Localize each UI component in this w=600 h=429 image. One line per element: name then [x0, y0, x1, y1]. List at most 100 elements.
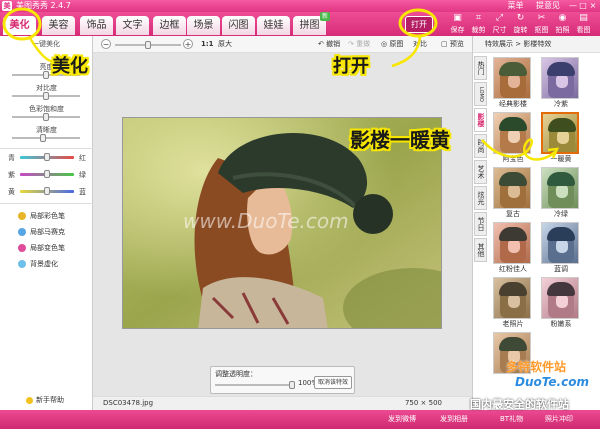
- saturation-knob[interactable]: [43, 113, 49, 121]
- share-weibo-button[interactable]: 发到微博: [388, 413, 416, 426]
- save-button[interactable]: ▣ 保存: [448, 12, 467, 36]
- zoom-slider[interactable]: [115, 41, 181, 49]
- bt-gift-button[interactable]: BT礼物: [500, 413, 523, 426]
- cutout-button[interactable]: ✂ 抠图: [532, 12, 551, 36]
- maximize-icon[interactable]: □: [578, 1, 588, 10]
- tab-lomo[interactable]: LOMO: [474, 82, 487, 106]
- resize-button[interactable]: ⤢ 尺寸: [490, 12, 509, 36]
- effect-thumbnail[interactable]: 老照片: [493, 277, 533, 330]
- tab-hot[interactable]: 热门: [474, 56, 487, 80]
- tab-dolls[interactable]: 娃娃: [257, 16, 290, 35]
- zoom-out-button[interactable]: −: [101, 39, 111, 49]
- tab-accessories[interactable]: 饰品: [80, 16, 113, 35]
- tab-flash[interactable]: 闪图: [222, 16, 255, 35]
- brand-watermark: 多特软件站: [506, 360, 567, 374]
- yellow-blue-knob[interactable]: [44, 187, 50, 195]
- minimize-icon[interactable]: —: [568, 1, 578, 10]
- help-label: 新手帮助: [36, 396, 64, 404]
- contrast-knob[interactable]: [43, 92, 49, 100]
- local-recolor-brush[interactable]: 局部变色笔: [18, 242, 65, 254]
- magenta-label: 紫: [8, 171, 15, 179]
- tab-fashion[interactable]: 时尚: [474, 134, 487, 158]
- tab-beauty[interactable]: 美容: [42, 16, 75, 35]
- divider: [0, 148, 93, 149]
- sharpness-slider[interactable]: [12, 134, 80, 142]
- effects-panel: 特效展示 > 影楼特效 热门 LOMO 影楼 时尚 艺术 炫光 节日 其他 经典…: [472, 36, 600, 410]
- contrast-slider[interactable]: [12, 92, 80, 100]
- zoom-ratio: 1:1: [201, 40, 214, 48]
- one-click-beautify-header[interactable]: 一键美化: [32, 39, 60, 49]
- view-label: 看图: [576, 26, 591, 34]
- cancel-effect-button[interactable]: 取消该特效: [314, 376, 352, 389]
- tab-holiday[interactable]: 节日: [474, 212, 487, 236]
- yellow-blue-slider[interactable]: [20, 187, 74, 195]
- effect-thumbnail[interactable]: 红粉佳人: [493, 222, 533, 275]
- camera-button[interactable]: ◉ 拍照: [553, 12, 572, 36]
- feedback-button[interactable]: 提意见: [536, 1, 560, 10]
- opacity-knob[interactable]: [289, 381, 295, 389]
- effect-thumbnail[interactable]: 一暖黄: [541, 112, 581, 165]
- opacity-slider[interactable]: [215, 381, 295, 389]
- view-button[interactable]: ▤ 看图: [574, 12, 593, 36]
- share-album-button[interactable]: 发到相册: [440, 413, 468, 426]
- image-dimensions: 750 × 500: [404, 399, 442, 407]
- local-color-brush-label: 局部彩色笔: [30, 212, 65, 220]
- menu-button[interactable]: 菜单: [507, 1, 523, 10]
- toolbar: ▣ 保存 ⌗ 裁剪 ⤢ 尺寸 ↻ 旋转 ✂ 抠图 ◉ 拍照 ▤ 看图: [448, 12, 600, 36]
- rotate-button[interactable]: ↻ 旋转: [511, 12, 530, 36]
- zoom-in-button[interactable]: +: [183, 39, 193, 49]
- effect-thumbnail[interactable]: 冷绿: [541, 167, 581, 220]
- bottom-bar: 发到微博 发到相册 BT礼物 照片冲印: [0, 410, 600, 429]
- undo-button[interactable]: ↶ 撤销: [318, 36, 340, 53]
- local-mosaic[interactable]: 局部马赛克: [18, 226, 65, 238]
- preview-button[interactable]: ▢ 预览: [441, 36, 464, 53]
- tab-studio[interactable]: 影楼: [474, 108, 487, 132]
- saturation-slider[interactable]: [12, 113, 80, 121]
- compare-original-button[interactable]: ◎ 原图: [381, 36, 403, 53]
- window-controls: — □ ×: [568, 1, 598, 10]
- magenta-green-knob[interactable]: [44, 170, 50, 178]
- tab-frames[interactable]: 边框: [153, 16, 186, 35]
- effect-thumbnail[interactable]: 冷紫: [541, 57, 581, 110]
- magenta-green-slider[interactable]: [20, 170, 74, 178]
- effect-thumbnail[interactable]: 复古: [493, 167, 533, 220]
- photo-print-button[interactable]: 照片冲印: [545, 413, 573, 426]
- preview-hat: [547, 62, 575, 76]
- tab-text[interactable]: 文字: [116, 16, 149, 35]
- tab-art[interactable]: 艺术: [474, 160, 487, 184]
- compare-button[interactable]: 对比: [413, 36, 427, 53]
- undo-label: 撤销: [326, 40, 341, 48]
- effect-thumbnail[interactable]: 阿宝色: [493, 112, 533, 165]
- close-icon[interactable]: ×: [588, 1, 598, 10]
- brightness-knob[interactable]: [43, 71, 49, 79]
- sharpness-knob[interactable]: [40, 134, 46, 142]
- crop-icon: ⌗: [475, 13, 482, 23]
- zoom-knob[interactable]: [145, 41, 151, 49]
- tab-other[interactable]: 其他: [474, 238, 487, 262]
- help-link[interactable]: 新手帮助: [26, 395, 64, 405]
- recolor-brush-icon: [18, 244, 26, 252]
- effect-thumbnail[interactable]: 经典影楼: [493, 57, 533, 110]
- redo-label: 重做: [356, 40, 371, 48]
- cyan-red-knob[interactable]: [44, 153, 50, 161]
- open-button[interactable]: 打开: [405, 16, 433, 33]
- tab-collage-label: 拼图: [299, 20, 320, 31]
- tab-scenes[interactable]: 场景: [187, 16, 220, 35]
- effect-thumbnail[interactable]: 蓝调: [541, 222, 581, 275]
- local-color-brush[interactable]: 局部彩色笔: [18, 210, 65, 222]
- preview-hat: [547, 227, 575, 241]
- camera-label: 拍照: [555, 26, 570, 34]
- effect-thumbnail-label: 复古: [506, 210, 520, 218]
- original-size-button[interactable]: 原大: [218, 36, 232, 53]
- background-blur[interactable]: 背景虚化: [18, 258, 58, 270]
- tab-glow[interactable]: 炫光: [474, 186, 487, 210]
- redo-button[interactable]: ↷ 重做: [348, 36, 370, 53]
- effect-thumbnail-label: 蓝调: [554, 265, 568, 273]
- effect-thumbnail[interactable]: 粉嫩系: [541, 277, 581, 330]
- rotate-icon: ↻: [516, 13, 525, 23]
- crop-button[interactable]: ⌗ 裁剪: [469, 12, 488, 36]
- tab-beautify[interactable]: 美化: [3, 16, 36, 35]
- cyan-red-slider[interactable]: [20, 153, 74, 161]
- cutout-icon: ✂: [537, 13, 546, 23]
- tab-collage[interactable]: 拼图 新: [293, 12, 330, 35]
